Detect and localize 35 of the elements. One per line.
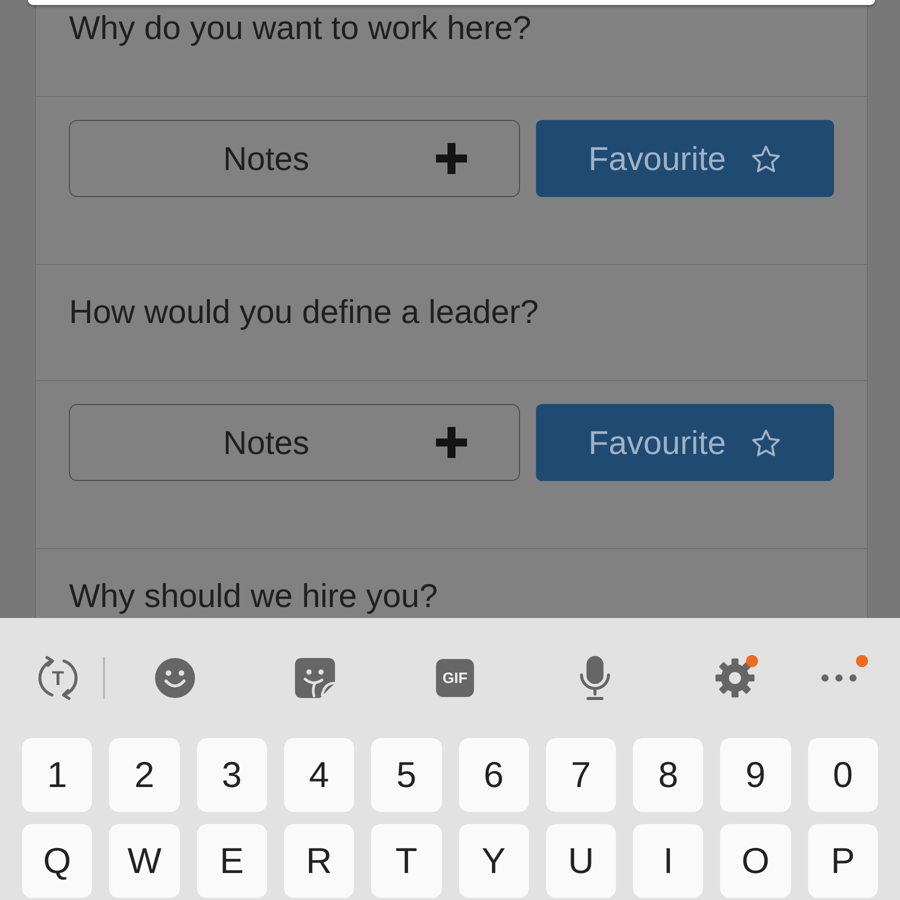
keyboard-key[interactable]: 8 (633, 738, 704, 812)
favourite-button[interactable]: Favourite (536, 404, 834, 481)
keyboard-key[interactable]: Q (22, 824, 92, 898)
more-icon[interactable] (821, 674, 857, 682)
smiley-face-icon[interactable] (155, 658, 195, 698)
keyboard-key[interactable]: 3 (196, 738, 267, 812)
notes-button[interactable]: Notes (69, 404, 520, 481)
keyboard-key[interactable]: 9 (720, 738, 791, 812)
keyboard-key[interactable]: 0 (808, 738, 878, 812)
plus-icon (436, 427, 468, 458)
keyboard-key[interactable]: R (284, 824, 354, 898)
keyboard-key[interactable]: 7 (546, 738, 616, 812)
plus-icon (436, 143, 468, 174)
question-text: Why should we hire you? (69, 579, 438, 613)
keyboard-key[interactable]: W (109, 824, 180, 898)
keyboard-key[interactable]: E (196, 824, 267, 898)
keyboard-key[interactable]: 6 (458, 738, 529, 812)
notes-button[interactable]: Notes (69, 120, 520, 197)
keyboard-key[interactable]: 2 (109, 738, 180, 812)
favourite-button[interactable]: Favourite (536, 120, 834, 197)
keyboard-key[interactable]: I (633, 824, 704, 898)
keyboard-key[interactable]: O (720, 824, 791, 898)
settings-icon[interactable] (715, 658, 755, 698)
question-text: Why do you want to work here? (69, 11, 532, 45)
keyboard-key[interactable]: 5 (371, 738, 442, 812)
keyboard-key[interactable]: P (808, 824, 878, 898)
keyboard-key[interactable]: Y (458, 824, 529, 898)
gif-button[interactable]: GIF (436, 659, 474, 697)
keyboard-key[interactable]: T (371, 824, 442, 898)
question-text: How would you define a leader? (69, 295, 539, 329)
keyboard-key[interactable]: U (546, 824, 616, 898)
keyboard-key[interactable]: 1 (22, 738, 92, 812)
sticker-icon[interactable] (295, 658, 335, 698)
microphone-icon[interactable] (578, 656, 612, 700)
keyboard-key[interactable]: 4 (284, 738, 354, 812)
